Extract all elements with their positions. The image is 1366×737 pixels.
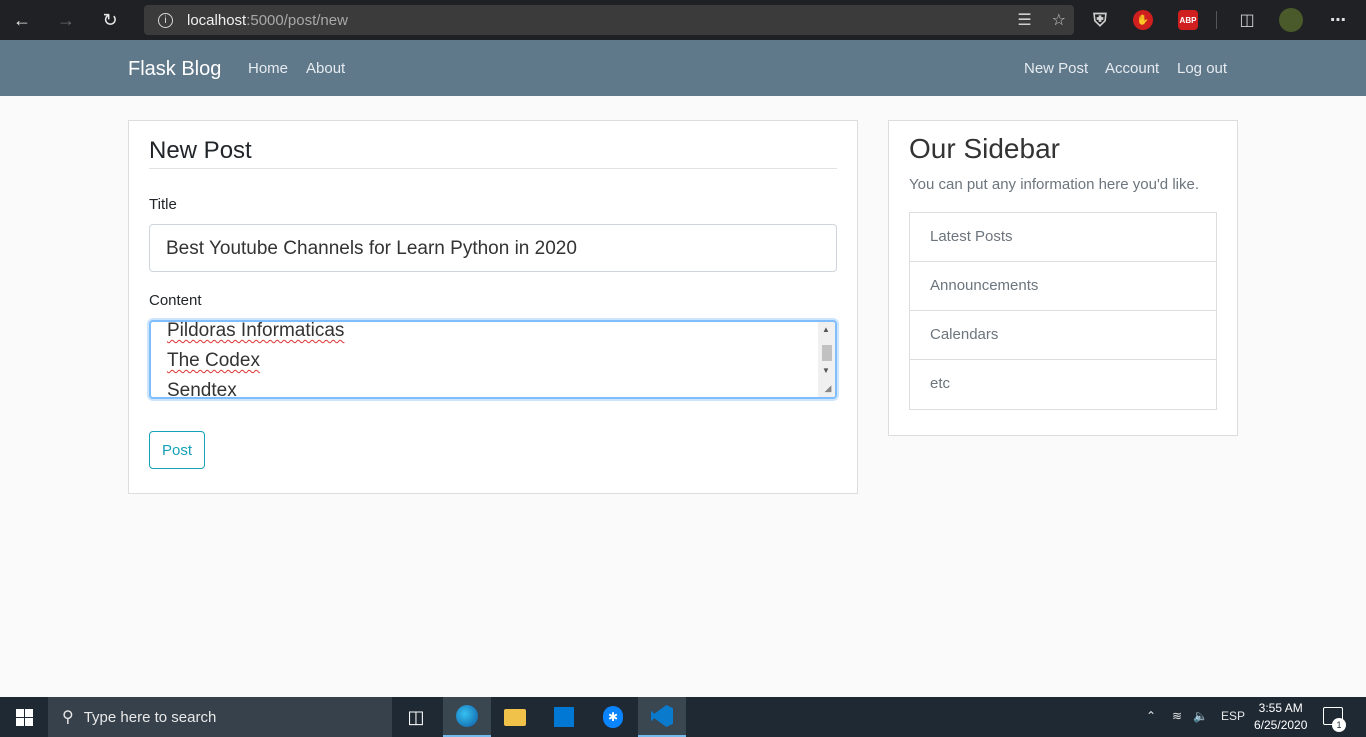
chevron-up-icon[interactable]: ⌃ <box>1146 709 1156 723</box>
url-path: :5000/post/new <box>246 11 348 29</box>
sidebar-item-announcements[interactable]: Announcements <box>910 262 1216 311</box>
nav-logout-link[interactable]: Log out <box>1177 60 1227 77</box>
adblock-extension-icon[interactable]: ABP <box>1178 10 1198 30</box>
shield-extension-icon[interactable]: ⛨ <box>1088 8 1112 32</box>
sidebar-title: Our Sidebar <box>909 133 1060 164</box>
sidebar-list: Latest Posts Announcements Calendars etc <box>909 212 1217 410</box>
search-placeholder: Type here to search <box>83 708 217 726</box>
form-legend: New Post <box>149 137 837 169</box>
title-label: Title <box>149 196 177 213</box>
language-indicator[interactable]: ESP <box>1221 709 1245 723</box>
nav-account-link[interactable]: Account <box>1105 60 1159 77</box>
post-submit-button[interactable]: Post <box>149 431 205 469</box>
nav-about-link[interactable]: About <box>306 60 345 77</box>
more-menu-icon[interactable]: ⋯ <box>1326 8 1350 32</box>
folder-icon <box>504 708 526 726</box>
scroll-up-icon[interactable]: ▲ <box>822 325 830 334</box>
title-input[interactable]: Best Youtube Channels for Learn Python i… <box>149 224 837 272</box>
clock-date: 6/25/2020 <box>1254 718 1308 732</box>
nav-home-link[interactable]: Home <box>248 60 288 77</box>
translate-icon[interactable]: ☰ <box>1017 10 1031 30</box>
url-host: localhost <box>187 11 247 29</box>
scroll-thumb[interactable] <box>822 345 832 361</box>
sidebar-item-latest-posts[interactable]: Latest Posts <box>910 213 1216 262</box>
resize-handle-icon[interactable]: ◢ <box>821 383 835 397</box>
content-textarea[interactable]: Pildoras Informaticas The Codex Sendtex … <box>149 320 837 399</box>
block-extension-icon[interactable]: ✋ <box>1133 10 1153 30</box>
clock-time: 3:55 AM <box>1258 701 1303 715</box>
brand-link[interactable]: Flask Blog <box>128 58 221 81</box>
edge-icon <box>456 705 478 727</box>
site-navbar: Flask Blog Home About New Post Account L… <box>0 40 1366 96</box>
scroll-down-icon[interactable]: ▼ <box>822 366 830 375</box>
refresh-icon[interactable]: ↻ <box>88 0 132 40</box>
sidebar-item-calendars[interactable]: Calendars <box>910 311 1216 360</box>
edge-taskbar-button[interactable] <box>443 697 491 737</box>
info-icon[interactable]: i <box>158 12 173 28</box>
toolbar-divider <box>1216 11 1217 29</box>
search-icon: ⚲ <box>62 709 74 726</box>
windows-taskbar: ⚲ Type here to search ◫ ✱ ⌃ ≋ 🔈 ESP 3:55… <box>0 697 1366 737</box>
bluetooth-taskbar-button[interactable]: ✱ <box>589 697 637 737</box>
content-line: Pildoras Informaticas <box>167 320 345 341</box>
start-button[interactable] <box>0 697 48 737</box>
store-taskbar-button[interactable] <box>540 697 588 737</box>
windows-logo-icon <box>15 708 33 726</box>
sidebar-card: Our Sidebar You can put any information … <box>888 120 1238 436</box>
vscode-taskbar-button[interactable] <box>638 697 686 737</box>
volume-icon[interactable]: 🔈 <box>1193 709 1208 723</box>
taskbar-search-box[interactable]: ⚲ Type here to search <box>48 697 392 737</box>
collections-icon[interactable]: ◫ <box>1235 8 1259 32</box>
bluetooth-icon: ✱ <box>603 706 623 728</box>
favorite-star-icon[interactable]: ☆ <box>1052 10 1066 30</box>
sidebar-description: You can put any information here you'd l… <box>909 176 1199 193</box>
vscode-icon <box>651 705 673 727</box>
nav-new-post-link[interactable]: New Post <box>1024 60 1088 77</box>
content-label: Content <box>149 292 202 309</box>
store-icon <box>554 707 574 727</box>
sidebar-item-etc[interactable]: etc <box>910 360 1216 409</box>
browser-toolbar: ← → ↻ i localhost:5000/post/new ☰ ☆ ⛨ ✋ … <box>0 0 1366 40</box>
back-icon[interactable]: ← <box>0 0 44 40</box>
forward-icon[interactable]: → <box>44 0 88 40</box>
wifi-icon[interactable]: ≋ <box>1172 709 1182 723</box>
task-view-icon[interactable]: ◫ <box>392 697 440 737</box>
content-line: The Codex <box>167 350 260 371</box>
content-line: Sendtex <box>167 380 237 399</box>
taskbar-clock[interactable]: 3:55 AM 6/25/2020 <box>1254 700 1307 734</box>
file-explorer-taskbar-button[interactable] <box>491 697 539 737</box>
profile-avatar[interactable] <box>1279 8 1303 32</box>
new-post-card: New Post Title Best Youtube Channels for… <box>128 120 858 494</box>
address-bar[interactable]: i localhost:5000/post/new ☰ ☆ <box>144 5 1074 35</box>
notification-badge: 1 <box>1332 718 1346 732</box>
